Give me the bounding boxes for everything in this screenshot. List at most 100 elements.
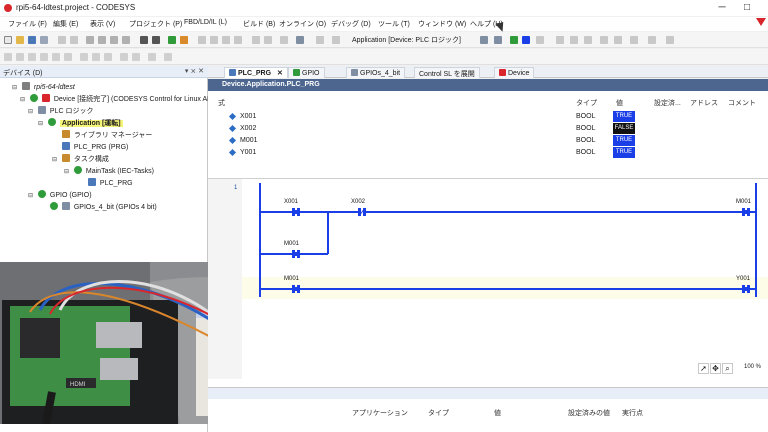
ld-return-icon[interactable] [104, 53, 112, 61]
find-icon[interactable] [140, 36, 148, 44]
contact-x002-negated[interactable] [358, 207, 366, 217]
tab-plc-prg[interactable]: PLC_PRG ✕ [224, 67, 288, 78]
properties-icon[interactable] [316, 36, 324, 44]
tree-node-plc-prg-call[interactable]: PLC_PRG [78, 178, 133, 189]
tree-node-plc-prg[interactable]: PLC_PRG (PRG) [52, 142, 128, 153]
column-type[interactable]: タイプ [576, 98, 597, 108]
column-prepared-value[interactable]: 設定済... [654, 98, 681, 108]
expander-icon[interactable]: ⊟ [12, 84, 20, 91]
build-warning-icon[interactable] [180, 36, 188, 44]
menu-debug[interactable]: デバッグ (D) [331, 19, 371, 29]
open-folder-icon[interactable] [16, 36, 24, 44]
copy-icon[interactable] [98, 36, 106, 44]
tree-node-gpios-4-bit[interactable]: GPIOs_4_bit (GPIOs 4 bit) [40, 202, 157, 213]
tab-control-sl[interactable]: Control SL を展開 [414, 67, 480, 78]
ld-set-coil-icon[interactable] [52, 53, 60, 61]
tree-node-plc-logic[interactable]: ⊟ PLC ロジック [28, 106, 93, 117]
zoom-level[interactable]: 100 % [744, 364, 761, 370]
maximize-button[interactable]: □ [735, 1, 759, 15]
login-icon[interactable] [480, 36, 488, 44]
variable-row[interactable]: X002 BOOL FALSE [208, 123, 768, 135]
ld-label-icon[interactable] [164, 53, 172, 61]
tree-node-gpio[interactable]: ⊟ GPIO (GPIO) [28, 190, 92, 201]
menu-edit[interactable]: 編集 (E) [53, 19, 78, 29]
watch-column-execution-point[interactable]: 実行点 [622, 408, 643, 418]
menu-online[interactable]: オンライン (O) [279, 19, 326, 29]
menu-window[interactable]: ウィンドウ (W) [418, 19, 466, 29]
pointer-tool-icon[interactable]: ➚ [698, 363, 709, 374]
ld-reset-coil-icon[interactable] [64, 53, 72, 61]
panel-controls[interactable]: ▾ ⨯ ✕ [185, 67, 204, 75]
tree-node-project[interactable]: ⊟ rpi5-64-ldtest [12, 82, 75, 93]
save-all-icon[interactable] [40, 36, 48, 44]
bookmark-prev-icon[interactable] [222, 36, 230, 44]
undo-icon[interactable] [58, 36, 66, 44]
watch-column-type[interactable]: タイプ [428, 408, 449, 418]
new-file-icon[interactable] [4, 36, 12, 44]
replace-icon[interactable] [152, 36, 160, 44]
coil-m001[interactable] [742, 208, 750, 216]
unforce-icon[interactable] [584, 36, 592, 44]
ld-branch-close-icon[interactable] [132, 53, 140, 61]
contact-m001[interactable] [292, 285, 300, 293]
variable-row[interactable]: X001 BOOL TRUE [208, 111, 768, 123]
stop-icon[interactable] [522, 36, 530, 44]
watch-column-application[interactable]: アプリケーション [352, 408, 408, 418]
force-values-icon[interactable] [570, 36, 578, 44]
compile-icon[interactable] [332, 36, 340, 44]
tree-node-task-config[interactable]: ⊟ タスク構成 [52, 154, 109, 165]
contact-x001[interactable] [292, 208, 300, 216]
delete-icon[interactable] [122, 36, 130, 44]
network-below-icon[interactable] [264, 36, 272, 44]
pan-tool-icon[interactable]: ✥ [710, 363, 721, 374]
cart-icon[interactable] [666, 36, 674, 44]
column-comment[interactable]: コメント [728, 98, 756, 108]
expander-icon[interactable]: ⊟ [64, 168, 72, 175]
menu-file[interactable]: ファイル (F) [8, 19, 47, 29]
expander-icon[interactable]: ⊟ [28, 192, 36, 199]
start-icon[interactable] [510, 36, 518, 44]
step-into-icon[interactable] [630, 36, 638, 44]
ld-jump-icon[interactable] [92, 53, 100, 61]
ld-parallel-contact-icon[interactable] [28, 53, 36, 61]
menu-fbd-ld-il[interactable]: FBD/LD/IL (L) [184, 19, 227, 26]
variable-row[interactable]: Y001 BOOL TRUE [208, 147, 768, 159]
ld-coil-icon[interactable] [40, 53, 48, 61]
watch-column-value[interactable]: 値 [494, 408, 501, 418]
menu-build[interactable]: ビルド (B) [243, 19, 275, 29]
ld-contact-icon[interactable] [4, 53, 12, 61]
menu-tools[interactable]: ツール (T) [378, 19, 410, 29]
menu-project[interactable]: プロジェクト (P) [129, 19, 182, 29]
tree-node-main-task[interactable]: ⊟ MainTask (IEC-Tasks) [64, 166, 154, 177]
write-values-icon[interactable] [556, 36, 564, 44]
bookmark-icon[interactable] [198, 36, 206, 44]
tree-node-application[interactable]: ⊟ Application [運転] [38, 118, 123, 129]
breakpoint-icon[interactable] [600, 36, 608, 44]
active-application-selector[interactable]: Application [Device: PLC ロジック] [352, 35, 474, 46]
tree-node-library-manager[interactable]: ライブラリ マネージャー [52, 130, 152, 141]
view-options-icon[interactable] [296, 36, 304, 44]
close-icon[interactable]: ✕ [277, 70, 283, 77]
menu-view[interactable]: 表示 (V) [90, 19, 115, 29]
tab-device[interactable]: Device [494, 67, 535, 78]
outline-icon[interactable] [280, 36, 288, 44]
watch-column-prepared[interactable]: 設定済みの値 [568, 408, 610, 418]
column-value[interactable]: 値 [616, 98, 623, 108]
ladder-diagram[interactable]: 1 X001 X002 M001 M001 M001 Y001 ➚ ✥ ⌕ 10… [208, 178, 768, 379]
save-icon[interactable] [28, 36, 36, 44]
coil-y001[interactable] [742, 285, 750, 293]
tab-gpios-4-bit[interactable]: GPIOs_4_bit [346, 67, 406, 78]
cut-icon[interactable] [86, 36, 94, 44]
expander-icon[interactable]: ⊟ [38, 120, 46, 127]
logout-icon[interactable] [494, 36, 502, 44]
redo-icon[interactable] [70, 36, 78, 44]
contact-m001-seal[interactable] [292, 250, 300, 258]
step-out-icon[interactable] [648, 36, 656, 44]
network-insert-icon[interactable] [252, 36, 260, 44]
expander-icon[interactable]: ⊟ [52, 156, 60, 163]
expander-icon[interactable]: ⊟ [20, 96, 28, 103]
ld-box-icon[interactable] [80, 53, 88, 61]
paste-icon[interactable] [110, 36, 118, 44]
reset-icon[interactable] [536, 36, 544, 44]
column-address[interactable]: アドレス [690, 98, 718, 108]
